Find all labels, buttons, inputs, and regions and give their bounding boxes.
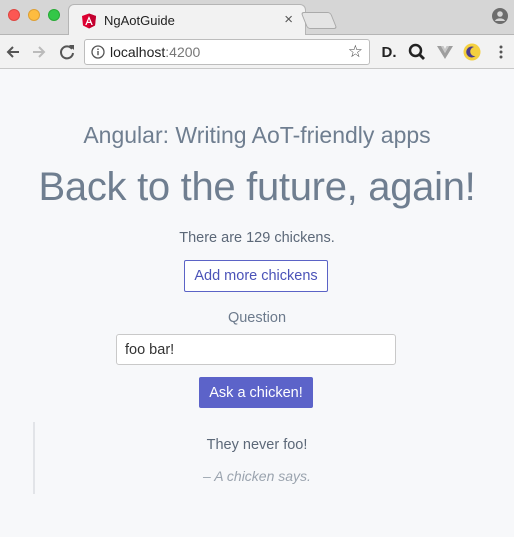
answer-attribution: – A chicken says. [203, 468, 311, 484]
page-subtitle: Angular: Writing AoT-friendly apps [83, 122, 431, 148]
url-text[interactable]: localhost:4200 [110, 44, 200, 60]
ask-chicken-button[interactable]: Ask a chicken! [199, 377, 313, 408]
new-tab-button[interactable] [300, 12, 338, 29]
maximize-window-button[interactable] [48, 9, 60, 21]
angular-icon [82, 13, 96, 29]
chicken-answer: They never foo! [206, 437, 308, 453]
back-arrow-icon[interactable] [2, 41, 24, 63]
url-host: localhost [110, 44, 166, 60]
info-icon[interactable] [91, 45, 105, 59]
minimize-window-button[interactable] [28, 9, 40, 21]
forward-arrow-icon[interactable] [28, 41, 50, 63]
page-title: Back to the future, again! [38, 165, 476, 209]
extension-vue-icon[interactable] [436, 43, 454, 61]
question-input[interactable] [116, 334, 396, 365]
extension-magnify-icon[interactable] [408, 43, 426, 61]
extension-moon-icon[interactable] [463, 43, 481, 61]
tab-close-icon[interactable]: × [284, 11, 293, 29]
tab-strip: NgAotGuide × [0, 0, 514, 36]
browser-toolbar: localhost:4200 ☆ D. [0, 35, 514, 69]
chicken-count-text: There are 129 chickens. [179, 230, 335, 246]
reload-icon[interactable] [56, 41, 78, 63]
profile-icon[interactable] [492, 8, 508, 24]
menu-icon[interactable] [492, 43, 510, 61]
tab-title: NgAotGuide [104, 13, 175, 28]
extension-d-icon[interactable]: D. [380, 43, 398, 61]
address-bar[interactable]: localhost:4200 ☆ [84, 39, 370, 65]
question-label: Question [227, 310, 287, 326]
star-icon[interactable]: ☆ [348, 43, 363, 61]
close-window-button[interactable] [8, 9, 20, 21]
add-more-chickens-button[interactable]: Add more chickens [184, 260, 328, 292]
page-content: Angular: Writing AoT-friendly apps Back … [0, 70, 514, 537]
browser-tab[interactable]: NgAotGuide × [68, 4, 306, 36]
url-port: :4200 [165, 44, 201, 60]
